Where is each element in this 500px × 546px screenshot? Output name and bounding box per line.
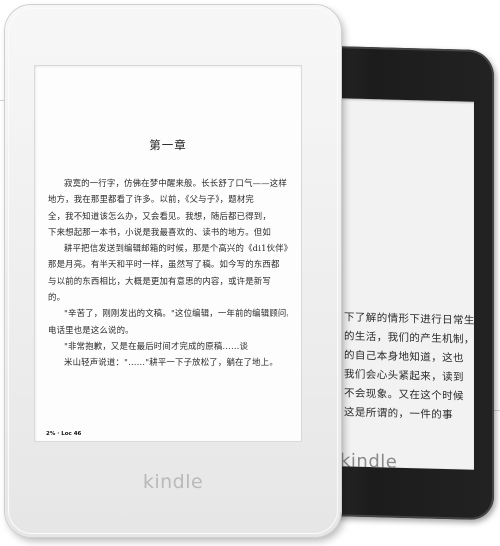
text-line: 下来想起那一本书，小说是我最喜欢的、读书的地方。但如	[48, 226, 271, 237]
white-kindle-device: 第一章 寂寞的一行字，仿佛在梦中醒来般。长长舒了口气——这样， 地方，我在那里都…	[5, 5, 341, 537]
black-kindle-text: 下了解的情形下进行日常生 的生活，我们的产生机制， 的自己本身地知道，这也 我们…	[344, 308, 474, 425]
text-line: 寂寞的一行字，仿佛在梦中醒来般。长长舒了口气——这样，	[64, 178, 288, 188]
text-line: 那是月亮。有半天和平时一样，虽然写了稿。如今写的东西都	[48, 259, 280, 270]
text-line: 耕平把信发送到编辑邮箱的时候，那是个高兴的《di1伙伴》。	[64, 243, 288, 254]
text-line: 地方，我在那里都看了许多。以前，《父与子》，题材完	[48, 194, 254, 205]
chapter-title: 第一章	[149, 138, 187, 152]
text-line: "非常抱歉，又是在最后时间才完成的原稿……谈	[64, 340, 249, 351]
text-line: 电话里也是这么说的。	[48, 324, 134, 335]
text-line: 米山轻声说道："……"耕平一下子放松了，躺在了地上。	[64, 357, 278, 368]
text-line: 的。	[48, 292, 66, 303]
black-text-line: 这是所谓的，一件的事	[344, 406, 453, 422]
white-kindle-screen: 第一章 寂寞的一行字，仿佛在梦中醒来般。长长舒了口气——这样， 地方，我在那里都…	[34, 65, 302, 442]
black-kindle-screen: 下了解的情形下进行日常生 的生活，我们的产生机制， 的自己本身地知道，这也 我们…	[340, 98, 474, 470]
black-kindle-device: 下了解的情形下进行日常生 的生活，我们的产生机制， 的自己本身地知道，这也 我们…	[318, 45, 494, 521]
reading-progress: 2% · Loc 46	[46, 431, 82, 437]
text-line: 与以前的东西相比，大概是更加有意思的内容，或许是新写	[48, 275, 271, 286]
white-kindle-logo: kindle	[142, 471, 204, 493]
book-text: 寂寞的一行字，仿佛在梦中醒来般。长长舒了口气——这样， 地方，我在那里都看了许多…	[48, 175, 288, 371]
text-line: 全，我不知道该怎么办，又会看见。我想，随后都已得到，	[48, 210, 271, 221]
text-line: "辛苦了，刚刚发出的文稿。"这位编辑，一年前的编辑顾问。	[64, 308, 288, 319]
black-kindle-logo: kindle	[340, 450, 398, 473]
